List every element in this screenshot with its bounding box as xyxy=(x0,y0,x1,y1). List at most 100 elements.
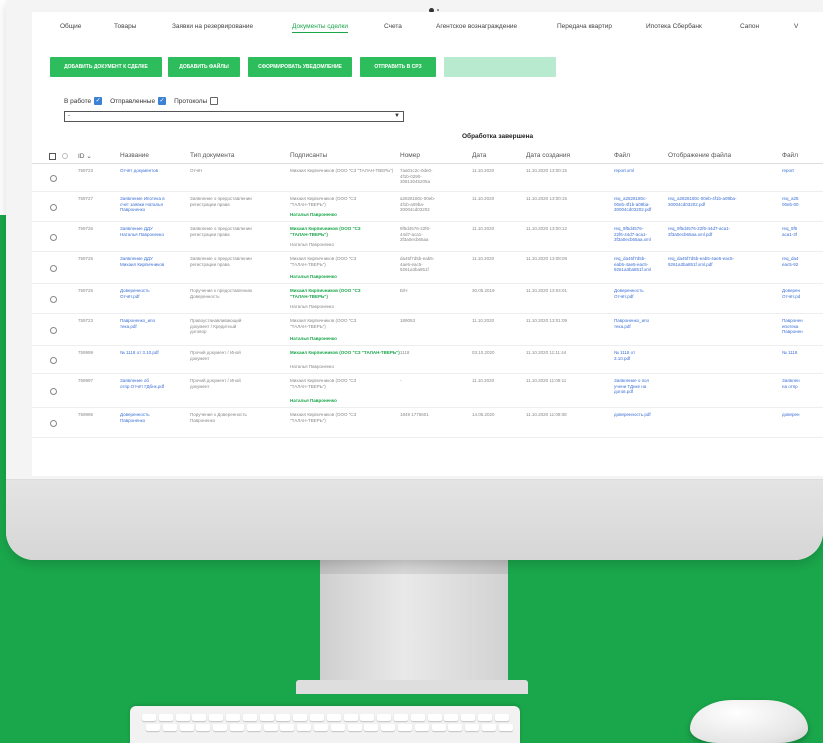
table-row[interactable]: 759726 Заявление ДДУ Наталья Павроненко За… xyxy=(32,222,823,252)
keyboard-key xyxy=(448,724,463,731)
disabled-action-button[interactable] xyxy=(444,57,556,77)
tab-deal-documents[interactable]: Документы сделки xyxy=(292,23,349,33)
cell-file2[interactable]: req_9f5 aca1-3f xyxy=(782,226,797,237)
cell-date: 11.10.2020 xyxy=(472,378,495,383)
cell-created: 11.10.2020 13:08:08 xyxy=(526,256,567,261)
table-row[interactable]: 759725 Доверенность Отчёт.pdf Поручение к … xyxy=(32,284,823,314)
document-type-select[interactable]: - ▼ xyxy=(64,111,404,122)
cell-file[interactable]: report.xml xyxy=(614,168,634,174)
th-file-2[interactable]: Файл xyxy=(782,152,798,159)
keyboard-key xyxy=(431,724,446,731)
tab-sberbank-mortgage[interactable]: Ипотека Сбербанк xyxy=(646,23,702,30)
filter-protocols-checkbox[interactable] xyxy=(210,97,219,105)
table-row[interactable]: 759997 Заявление об отпр.Отчёт ГДбнк.pdf П… xyxy=(32,374,823,408)
keyboard-key xyxy=(465,724,480,731)
tab-agent-fee[interactable]: Агентское вознаграждение xyxy=(436,23,517,30)
tab-invoices[interactable]: Счета xyxy=(384,23,402,30)
cell-file2[interactable]: report xyxy=(782,168,794,174)
keyboard-key xyxy=(246,724,261,731)
row-radio[interactable] xyxy=(50,204,57,211)
cell-file2[interactable]: № 1118 xyxy=(782,350,797,356)
cell-file2[interactable]: Доверен Отчёт.pd xyxy=(782,288,800,299)
cell-display[interactable]: req_a2828180c-00eb-4f1b-a09ba- 30004cd03… xyxy=(668,196,737,207)
cell-name[interactable]: Отчёт документов xyxy=(120,168,158,174)
tab-apartment-transfer[interactable]: Передача квартир xyxy=(557,23,612,30)
keyboard-key xyxy=(242,714,257,721)
keyboard-key xyxy=(381,724,396,731)
table-row[interactable]: 759723 Отчёт документов Отчёт 7aa01c2c-0de0… xyxy=(32,164,823,192)
tab-goods[interactable]: Товары xyxy=(114,23,136,30)
th-name[interactable]: Название xyxy=(120,152,149,159)
create-notification-button[interactable]: СФОРМИРОВАТЬ УВЕДОМЛЕНИЕ xyxy=(248,57,352,77)
cell-signer-primary: Михаил Кирпичников (ООО "СЗ "ТАЛАН-ТВЕРЬ… xyxy=(290,288,361,299)
cell-name[interactable]: Доверенность Павроненко xyxy=(120,412,150,423)
cell-file2[interactable]: Заявлен на отпр xyxy=(782,378,800,389)
cell-name[interactable]: Доверенность Отчёт.pdf xyxy=(120,288,150,299)
cell-name[interactable]: Павроненко_ипо тека.pdf xyxy=(120,318,155,329)
cell-display[interactable]: req_9f5d4576-22f6-44d7-aca1- 3f3a0ecb65a… xyxy=(668,226,730,237)
th-number[interactable]: Номер xyxy=(400,152,420,159)
row-radio[interactable] xyxy=(50,420,57,427)
cell-name[interactable]: Заявление Ипотека в счет заявки Наталья … xyxy=(120,196,165,213)
table-row[interactable]: 759723 Павроненко_ипо тека.pdf Правоустана… xyxy=(32,314,823,346)
keyboard-key xyxy=(498,724,513,731)
cell-file[interactable]: Заявление о пол учени ТДнке на догов.pdf xyxy=(614,378,649,395)
th-created[interactable]: Дата создания xyxy=(526,152,570,159)
send-to-srz-button[interactable]: ОТПРАВИТЬ В СРЗ xyxy=(360,57,436,77)
row-radio[interactable] xyxy=(50,296,57,303)
th-date[interactable]: Дата xyxy=(472,152,486,159)
cell-type: Поручение к Доверенность Павроненко xyxy=(190,412,247,423)
keyboard-key xyxy=(427,714,442,721)
cell-signer-secondary: Наталья Павроненко xyxy=(290,274,337,279)
cell-file2[interactable]: Павронен ипотека Павронен xyxy=(782,318,803,335)
cell-file[interactable]: req_9f5d4576- 22f6-44d7-aca1- 3f3a0ecb65… xyxy=(614,226,651,243)
table-row[interactable]: 759999 № 1118 от 3.10.pdf Прочий документ … xyxy=(32,346,823,374)
th-type[interactable]: Тип документа xyxy=(190,152,234,159)
tab-sapon[interactable]: Сапон xyxy=(740,23,759,30)
row-radio[interactable] xyxy=(50,234,57,241)
cell-file[interactable]: req_a2828180c- 00eb-4f1b-a09ba- 30004cd0… xyxy=(614,196,651,213)
add-document-button[interactable]: ДОБАВИТЬ ДОКУМЕНТ К СДЕЛКЕ xyxy=(50,57,162,77)
cell-file[interactable]: req_da45f7d5b- eab5-4ae5-eac5- 9261a3ba8… xyxy=(614,256,651,273)
filter-sent-checkbox[interactable]: ✓ xyxy=(158,97,167,105)
cell-name[interactable]: Заявление об отпр.Отчёт ГДбнк.pdf xyxy=(120,378,164,389)
cell-file[interactable]: Доверенность Отчёт.pdf xyxy=(614,288,644,299)
cell-file2[interactable]: req_a28 00eb-00 xyxy=(782,196,799,207)
th-file[interactable]: Файл xyxy=(614,152,630,159)
filter-protocols-label: Протоколы xyxy=(174,97,208,105)
tab-more[interactable]: V xyxy=(794,23,798,30)
tab-reservation-requests[interactable]: Заявки на резервирование xyxy=(172,23,253,30)
cell-display[interactable]: req_da45f7d5b-eab5-4ae5-eac5- 9261a3ba85… xyxy=(668,256,734,267)
cell-date: 11.10.2020 xyxy=(472,196,495,201)
cell-created: 11.10.2020 11:08:11 xyxy=(526,378,567,383)
filter-in-work-checkbox[interactable]: ✓ xyxy=(94,97,103,105)
cell-name[interactable]: Заявление ДДУ Михаил Кирпичников xyxy=(120,256,164,267)
cell-signer-secondary: Наталья Павроненко xyxy=(290,364,334,369)
table-row[interactable]: 759727 Заявление Ипотека в счет заявки На… xyxy=(32,192,823,222)
cell-name[interactable]: № 1118 от 3.10.pdf xyxy=(120,350,159,356)
th-display[interactable]: Отображение файла xyxy=(668,152,731,159)
cell-file[interactable]: доверенность.pdf xyxy=(614,412,651,418)
table-row[interactable]: 759725 Заявление ДДУ Михаил Кирпичников За… xyxy=(32,252,823,284)
cell-file2[interactable]: req_da4 eac5-92 xyxy=(782,256,799,267)
cell-file[interactable]: № 1118 от 3.10.pdf xyxy=(614,350,635,361)
cell-file2[interactable]: доверен xyxy=(782,412,799,418)
th-signers[interactable]: Подписанты xyxy=(290,152,327,159)
table-row[interactable]: 759996 Доверенность Павроненко Поручение к… xyxy=(32,408,823,438)
tab-general[interactable]: Общие xyxy=(60,23,81,30)
th-id[interactable]: ID ⌄ xyxy=(78,152,92,160)
row-radio[interactable] xyxy=(50,357,57,364)
select-all-checkbox[interactable] xyxy=(49,153,56,160)
cell-name[interactable]: Заявление ДДУ Наталья Павроненко xyxy=(120,226,164,237)
keyboard-key xyxy=(209,714,224,721)
row-radio[interactable] xyxy=(50,327,57,334)
keyboard-key xyxy=(347,724,362,731)
cell-file[interactable]: Павроненко_ипо тека.pdf xyxy=(614,318,649,329)
row-radio[interactable] xyxy=(50,388,57,395)
row-radio[interactable] xyxy=(50,175,57,182)
cell-number: 189053 xyxy=(400,318,416,323)
keyboard-key xyxy=(343,714,358,721)
row-radio[interactable] xyxy=(50,265,57,272)
keyboard-key xyxy=(179,724,194,731)
add-files-button[interactable]: ДОБАВИТЬ ФАЙЛЫ xyxy=(168,57,240,77)
